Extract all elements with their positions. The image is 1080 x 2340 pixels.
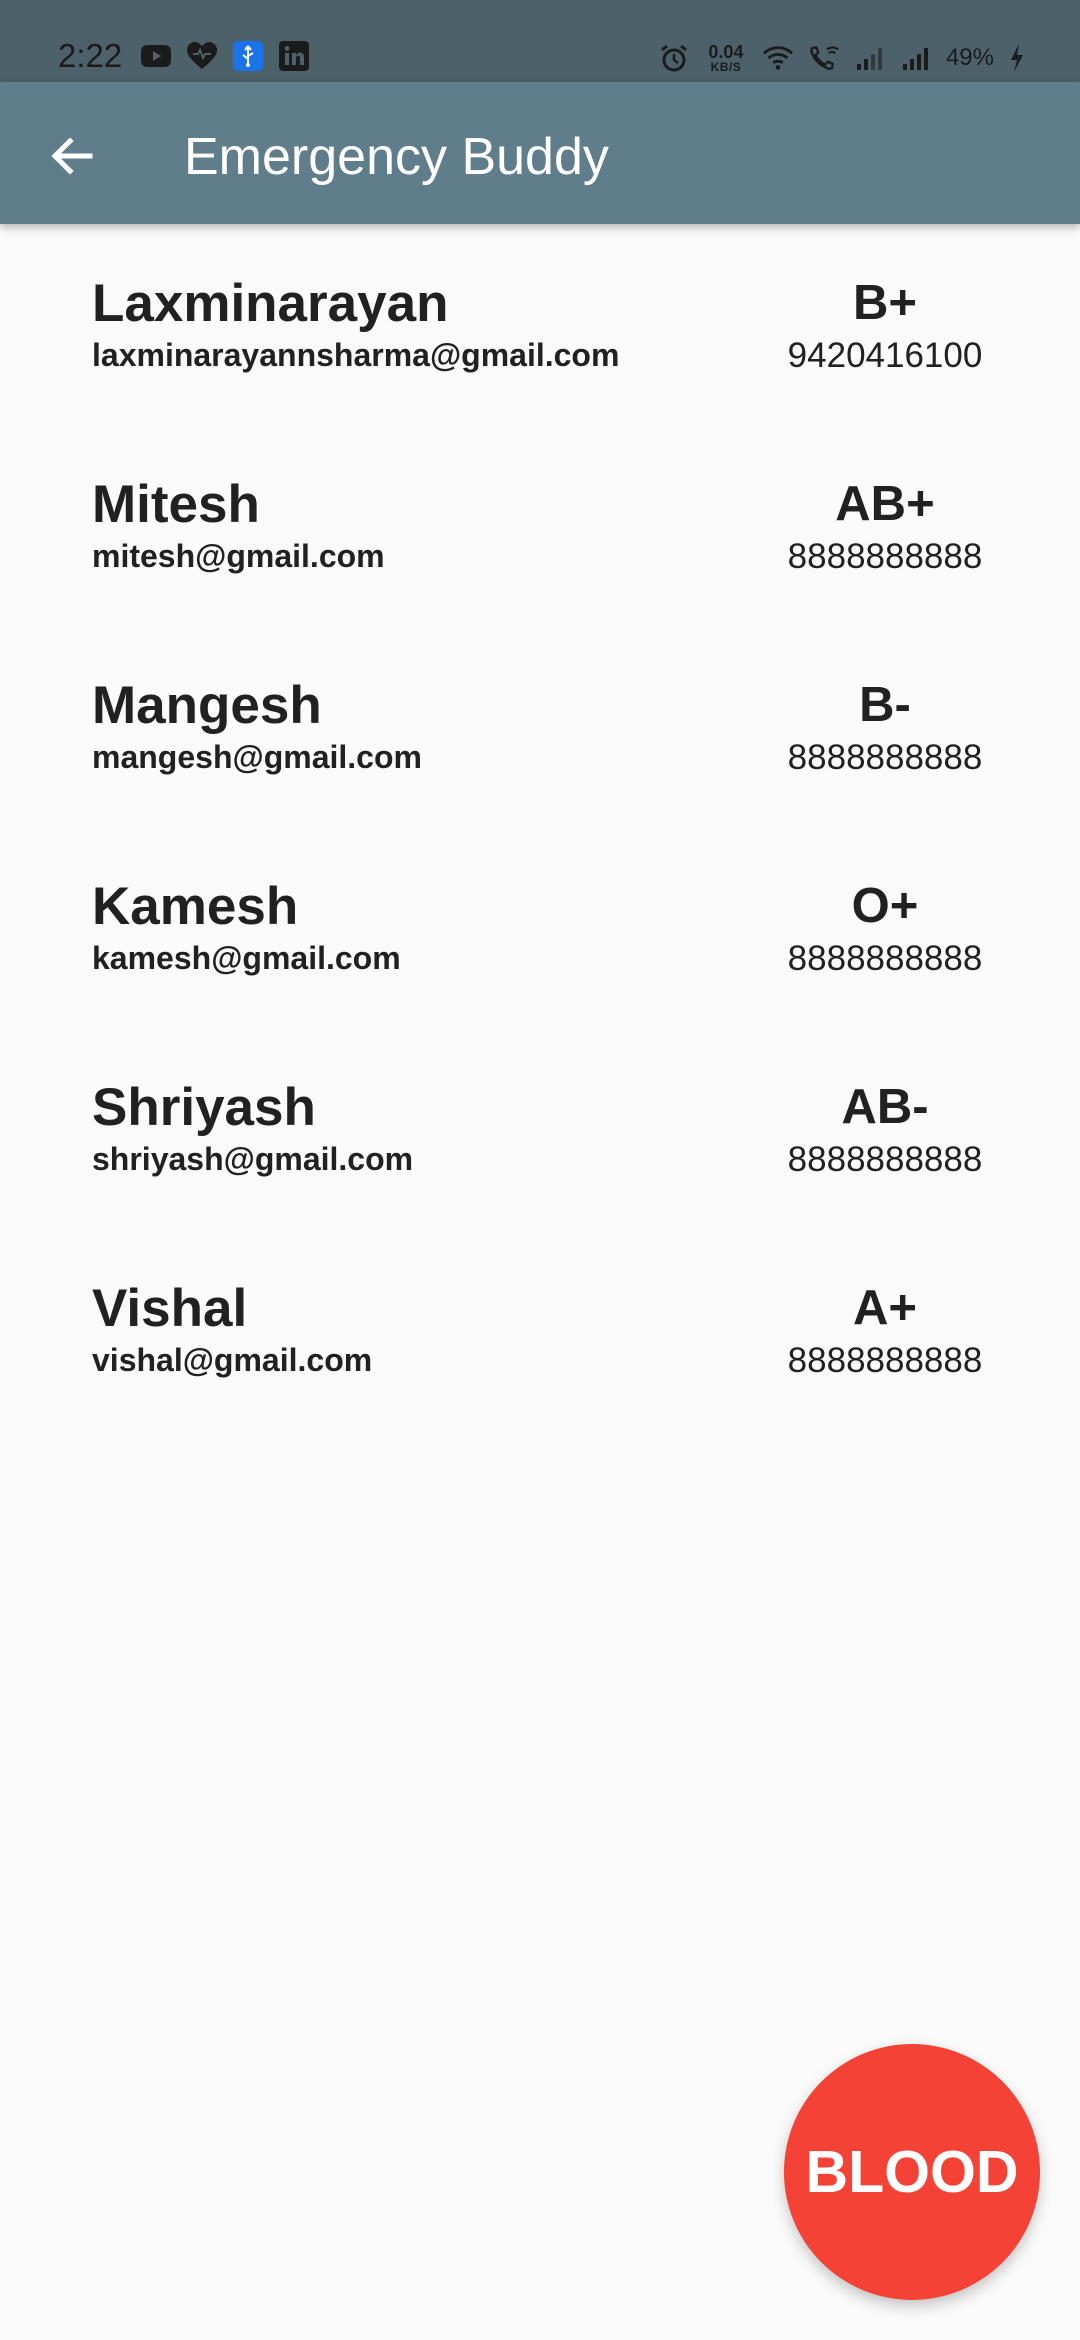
page-title: Emergency Buddy <box>184 128 609 186</box>
list-item[interactable]: Vishal vishal@gmail.com A+ 8888888888 <box>0 1229 1080 1430</box>
battery-percent: 49% <box>945 44 994 71</box>
back-button[interactable] <box>40 124 104 188</box>
signal-icon <box>900 42 932 74</box>
contact-phone: 8888888888 <box>787 738 983 777</box>
network-speed-unit: KB/S <box>710 60 742 74</box>
contact-phone: 8888888888 <box>787 537 983 576</box>
network-speed: 0.04 KB/S <box>704 40 748 76</box>
contact-name: Kamesh <box>92 877 299 936</box>
contact-phone: 8888888888 <box>787 939 983 978</box>
contact-phone: 8888888888 <box>787 1140 983 1179</box>
contact-name: Mitesh <box>92 475 260 534</box>
usb-icon <box>232 40 264 72</box>
contact-email: mitesh@gmail.com <box>92 538 385 574</box>
list-item[interactable]: Laxminarayan laxminarayannsharma@gmail.c… <box>0 224 1080 425</box>
network-speed-value: 0.04 <box>708 42 744 62</box>
list-item[interactable]: Mangesh mangesh@gmail.com B- 8888888888 <box>0 626 1080 827</box>
contact-list: Laxminarayan laxminarayannsharma@gmail.c… <box>0 224 1080 1430</box>
contact-email: mangesh@gmail.com <box>92 739 422 775</box>
contact-email: kamesh@gmail.com <box>92 940 401 976</box>
blood-group: O+ <box>851 879 919 933</box>
contact-phone: 9420416100 <box>787 336 983 375</box>
list-item[interactable]: Mitesh mitesh@gmail.com AB+ 8888888888 <box>0 425 1080 626</box>
signal-icon <box>854 42 886 74</box>
charging-icon <box>1008 42 1026 74</box>
contact-name: Vishal <box>92 1279 248 1338</box>
youtube-icon <box>140 40 172 72</box>
contact-email: laxminarayannsharma@gmail.com <box>92 337 620 373</box>
app-bar: Emergency Buddy <box>0 82 1080 224</box>
list-item[interactable]: Shriyash shriyash@gmail.com AB- 88888888… <box>0 1028 1080 1229</box>
system-icons: 0.04 KB/S 49% <box>658 40 1026 76</box>
linkedin-icon <box>278 40 310 72</box>
alarm-icon <box>658 42 690 74</box>
arrow-back-icon <box>51 137 93 175</box>
notification-icons <box>140 40 310 72</box>
blood-group: B+ <box>852 276 917 330</box>
contact-email: vishal@gmail.com <box>92 1342 373 1378</box>
blood-fab-button[interactable]: BLOOD <box>784 2044 1040 2300</box>
status-time: 2:22 <box>58 37 123 74</box>
blood-group: AB+ <box>835 477 935 531</box>
heart-icon <box>186 40 218 72</box>
contact-name: Shriyash <box>92 1078 316 1137</box>
wifi-icon <box>762 42 794 74</box>
status-bar: 2:22 0.04 KB/S 49% <box>0 0 1080 82</box>
list-item[interactable]: Kamesh kamesh@gmail.com O+ 8888888888 <box>0 827 1080 1028</box>
blood-group: B- <box>859 678 911 732</box>
blood-group: A+ <box>852 1281 917 1335</box>
wifi-calling-icon <box>808 42 840 74</box>
contact-email: shriyash@gmail.com <box>92 1141 414 1177</box>
contact-name: Laxminarayan <box>92 274 449 333</box>
contact-name: Mangesh <box>92 676 322 735</box>
blood-group: AB- <box>841 1080 929 1134</box>
contact-phone: 8888888888 <box>787 1341 983 1380</box>
